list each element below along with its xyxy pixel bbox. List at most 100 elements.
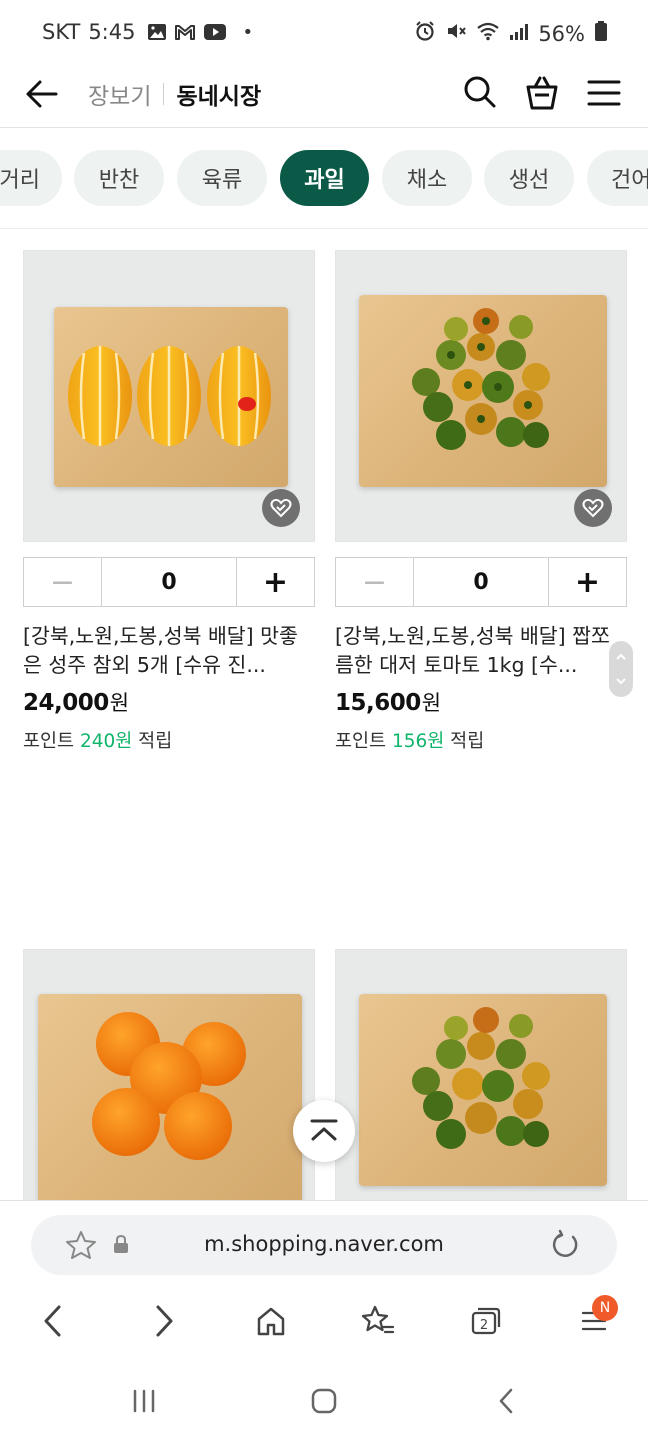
points-info: 포인트 156원 적립 [335, 727, 484, 753]
quantity-value: 0 [161, 569, 177, 595]
product-price: 24,000원 [23, 687, 129, 717]
notification-dot: • [242, 21, 254, 43]
back-button[interactable] [22, 74, 62, 114]
quantity-stepper: − 0 + [335, 557, 627, 607]
product-title[interactable]: [강북,노원,도봉,성북 배달] 맛좋은 성주 참외 5개 [수유 진... [23, 622, 315, 680]
menu-button[interactable] [586, 76, 622, 110]
browser-home-button[interactable] [251, 1301, 291, 1341]
tomato-image [412, 1007, 550, 1149]
tab-category-4[interactable]: 채소 [382, 150, 472, 206]
scroll-to-top-button[interactable] [293, 1100, 355, 1162]
tab-category-0[interactable]: 거리 [0, 150, 62, 206]
tab-label: 육류 [201, 168, 243, 193]
tab-label: 채소 [406, 168, 448, 193]
decrease-button[interactable]: − [336, 558, 414, 606]
battery-icon [594, 20, 608, 47]
product-image[interactable] [335, 250, 627, 542]
reload-icon[interactable] [549, 1229, 581, 1265]
points-prefix: 포인트 [23, 731, 80, 752]
mail-icon [174, 23, 196, 41]
tab-category-1[interactable]: 반찬 [74, 150, 164, 206]
category-tabs: 거리 반찬 육류 과일 채소 생선 건어 [0, 129, 648, 229]
points-prefix: 포인트 [335, 731, 392, 752]
tomato-image [412, 308, 550, 450]
wishlist-button[interactable] [574, 489, 612, 527]
decrease-button[interactable]: − [24, 558, 102, 606]
points-value: 156원 [391, 731, 445, 752]
system-navigation-bar [0, 1360, 648, 1440]
tab-label: 건어 [611, 168, 648, 193]
browser-toolbar: m.shopping.naver.com 2 N [0, 1200, 648, 1360]
recent-apps-icon [133, 1389, 155, 1413]
scroll-arrows-icon [616, 653, 626, 685]
page-title: 동네시장 [176, 84, 262, 110]
breadcrumb-parent[interactable]: 장보기 [88, 77, 151, 111]
carrier-label: SKT [42, 20, 81, 44]
tabs-icon: 2 [471, 1307, 501, 1335]
price-value: 15,600 [335, 690, 421, 716]
tab-category-6[interactable]: 건어 [587, 150, 648, 206]
tab-category-3[interactable]: 과일 [280, 150, 369, 206]
arrow-up-to-top-icon [310, 1119, 338, 1141]
shopping-bag-icon [526, 76, 558, 110]
notification-badge: N [592, 1295, 618, 1321]
tab-category-5[interactable]: 생선 [484, 150, 574, 206]
heart-check-icon [582, 498, 604, 518]
tab-label: 반찬 [98, 168, 140, 193]
tabs-button[interactable]: 2 [466, 1301, 506, 1341]
alarm-icon [414, 20, 436, 47]
recent-apps-button[interactable] [124, 1384, 164, 1418]
tab-category-2[interactable]: 육류 [177, 150, 267, 206]
product-price: 15,600원 [335, 687, 441, 717]
product-card[interactable] [23, 949, 315, 1241]
status-bar: SKT 5:45 • 56% [0, 0, 648, 64]
points-info: 포인트 240원 적립 [23, 727, 172, 753]
heart-check-icon [270, 498, 292, 518]
signal-icon [509, 22, 529, 46]
chevron-left-icon [44, 1305, 61, 1337]
tabs-count: 2 [480, 1318, 488, 1333]
tab-label: 생선 [508, 168, 550, 193]
chevron-left-icon [499, 1388, 513, 1414]
address-bar[interactable]: m.shopping.naver.com [31, 1215, 617, 1275]
search-icon [464, 76, 496, 108]
mute-icon [445, 20, 467, 47]
gallery-icon [147, 23, 167, 41]
price-value: 24,000 [23, 690, 109, 716]
points-suffix: 적립 [132, 731, 173, 752]
star-list-icon [361, 1305, 395, 1334]
url-text: m.shopping.naver.com [204, 1232, 444, 1256]
cart-button[interactable] [523, 74, 561, 112]
home-nav-button[interactable] [304, 1384, 344, 1418]
system-back-button[interactable] [486, 1384, 526, 1418]
product-image[interactable] [335, 949, 627, 1241]
wishlist-button[interactable] [262, 489, 300, 527]
increase-button[interactable]: + [548, 558, 626, 606]
product-image[interactable] [23, 250, 315, 542]
product-title[interactable]: [강북,노원,도봉,성북 배달] 짭쪼름한 대저 토마토 1kg [수... [335, 622, 627, 680]
increase-button[interactable]: + [236, 558, 314, 606]
price-unit: 원 [421, 691, 441, 715]
arrow-left-icon [26, 80, 58, 108]
product-card[interactable]: − 0 + [강북,노원,도봉,성북 배달] 짭쪼름한 대저 토마토 1kg [… [335, 250, 627, 752]
browser-forward-button[interactable] [144, 1301, 184, 1341]
tab-label: 거리 [0, 168, 40, 193]
product-card[interactable] [335, 949, 627, 1241]
browser-back-button[interactable] [33, 1301, 73, 1341]
search-button[interactable] [462, 74, 498, 110]
product-image[interactable] [23, 949, 315, 1241]
breadcrumb: 장보기 동네시장 [88, 77, 261, 111]
scroll-indicator[interactable] [609, 641, 633, 697]
youtube-icon [203, 23, 227, 41]
tab-label: 과일 [304, 168, 345, 193]
battery-percent: 56% [538, 21, 585, 46]
clock: 5:45 [88, 20, 136, 44]
quantity-stepper: − 0 + [23, 557, 315, 607]
melon-image [68, 346, 271, 446]
product-card[interactable]: − 0 + [강북,노원,도봉,성북 배달] 맛좋은 성주 참외 5개 [수유 … [23, 250, 315, 752]
breadcrumb-divider [163, 83, 165, 105]
bookmarks-button[interactable] [358, 1301, 398, 1341]
app-header: 장보기 동네시장 [0, 64, 648, 128]
tangerine-image [92, 1012, 246, 1160]
points-value: 240원 [79, 731, 133, 752]
